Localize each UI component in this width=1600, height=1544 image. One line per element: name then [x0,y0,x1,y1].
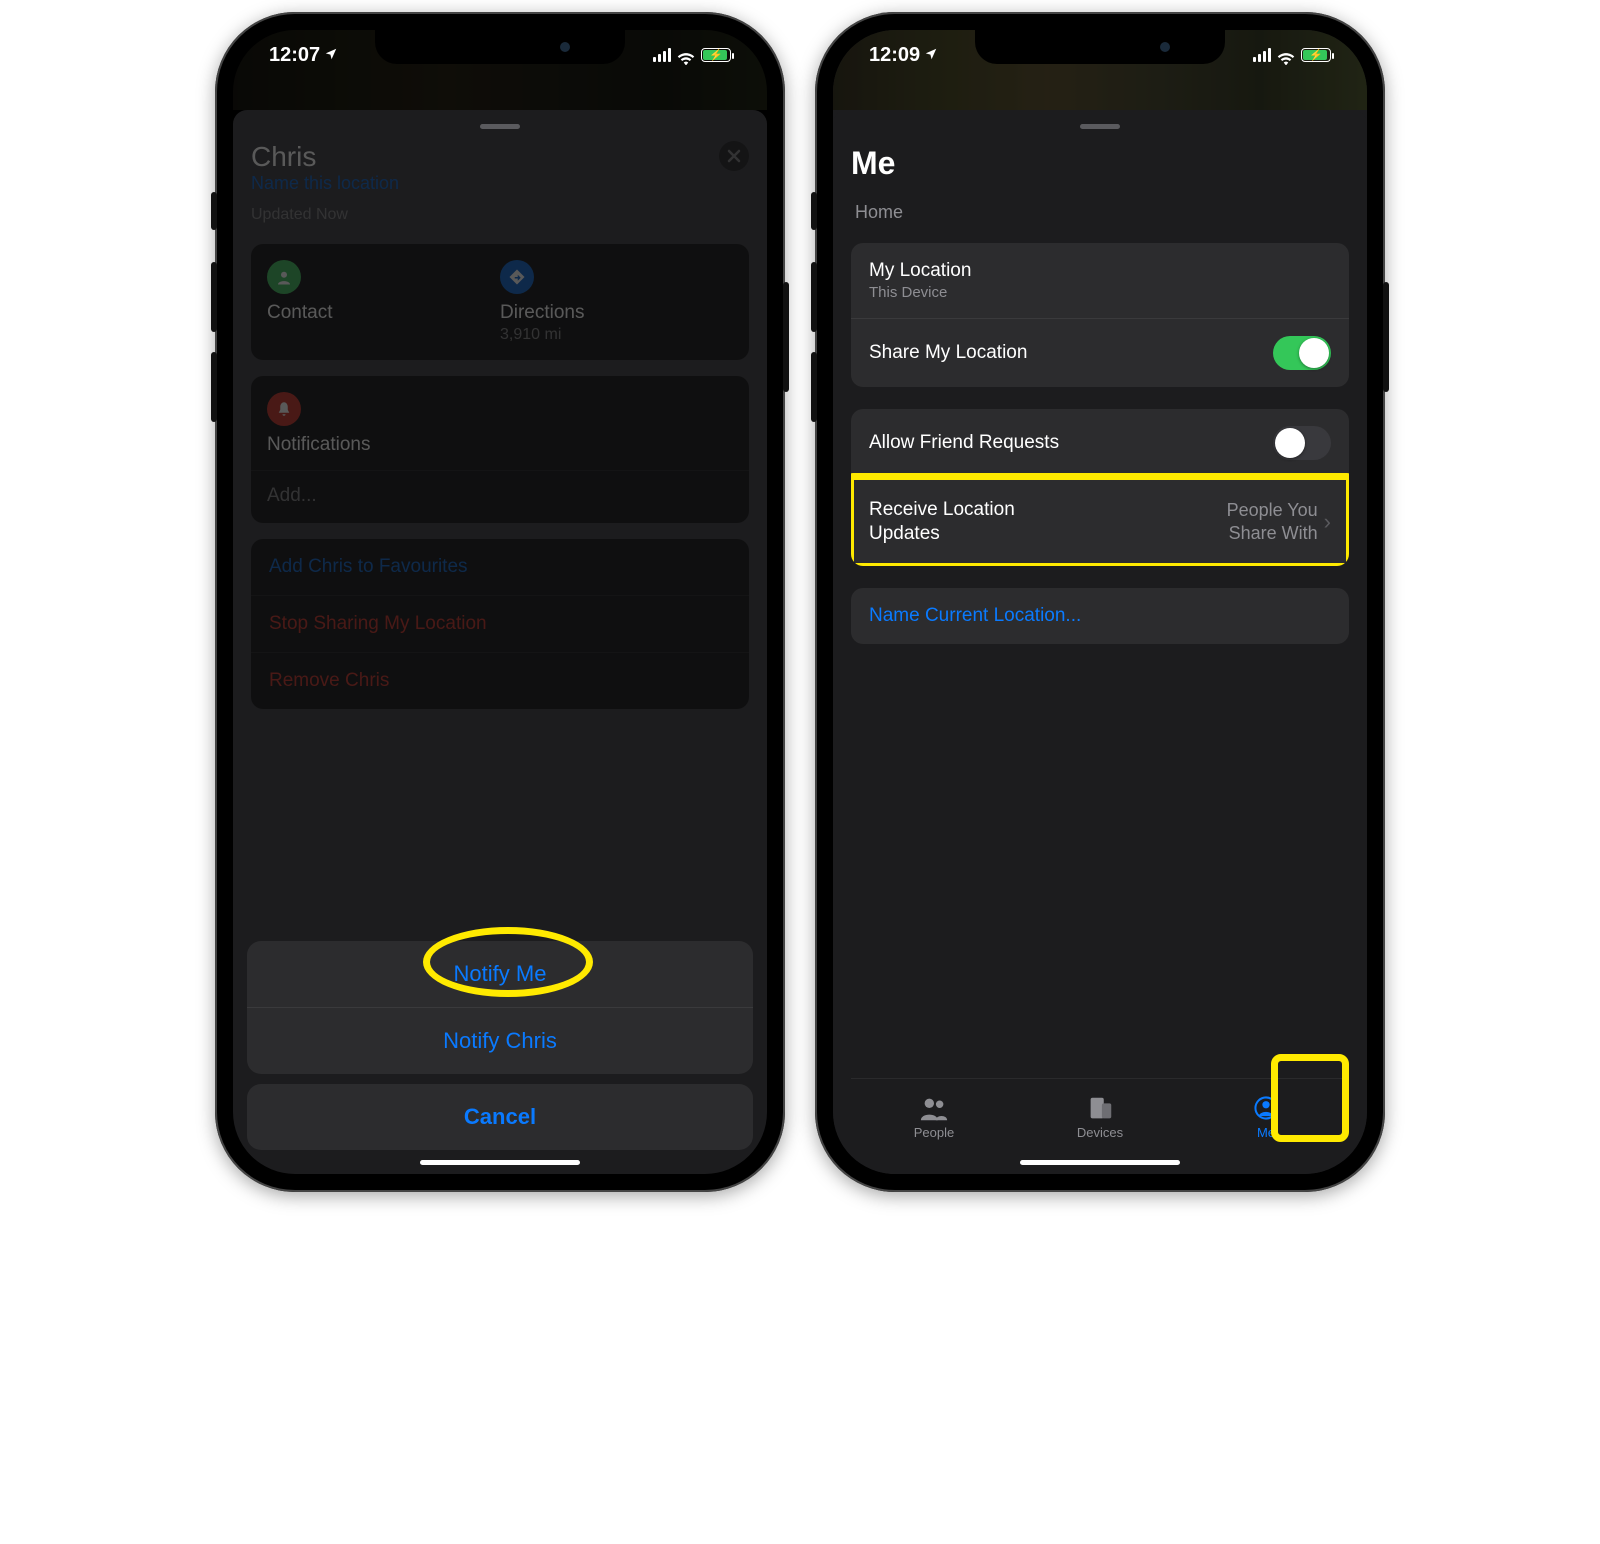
receive-updates-row[interactable]: Receive Location Updates People You Shar… [851,477,1349,566]
status-time: 12:09 [869,44,920,67]
info-card: Contact Directions 3,910 mi [251,244,749,360]
notifications-title: Notifications [267,434,733,456]
bell-icon [267,392,301,426]
add-notification-button[interactable]: Add... [267,485,317,506]
receive-updates-label: Receive Location Updates [869,498,1079,546]
location-arrow-icon [924,44,938,67]
tab-me-label: Me [1257,1125,1275,1140]
updated-label: Updated Now [251,206,749,224]
people-icon [919,1095,949,1121]
name-current-location-button[interactable]: Name Current Location... [851,588,1349,644]
me-sheet: Me Home My Location This Device Share My… [833,110,1367,1174]
my-location-label: My Location [869,260,971,282]
allow-friend-toggle[interactable] [1273,426,1331,460]
action-sheet: Notify Me Notify Chris Cancel [247,941,753,1150]
wifi-icon [1277,48,1295,62]
share-location-row: Share My Location [851,318,1349,387]
battery-icon: ⚡ [1301,48,1331,62]
share-location-label: Share My Location [869,342,1027,364]
phone-right: 12:09 ⚡ Me Home My Location This Dev [815,12,1385,1192]
cancel-button[interactable]: Cancel [247,1084,753,1150]
home-indicator[interactable] [1020,1160,1180,1165]
notify-me-button[interactable]: Notify Me [247,941,753,1007]
status-bar: 12:07 ⚡ [233,30,767,80]
name-location-card: Name Current Location... [851,588,1349,644]
tab-people[interactable]: People [851,1079,1017,1156]
name-location-link[interactable]: Name this location [251,173,399,194]
share-location-toggle[interactable] [1273,336,1331,370]
my-location-value: This Device [869,284,971,301]
stop-sharing-button[interactable]: Stop Sharing My Location [251,595,749,652]
cellular-icon [653,48,671,62]
me-icon [1251,1095,1281,1121]
status-time: 12:07 [269,44,320,67]
close-button[interactable] [719,141,749,171]
tab-me[interactable]: Me [1183,1079,1349,1156]
my-location-row[interactable]: My Location This Device [851,243,1349,318]
devices-icon [1085,1095,1115,1121]
contact-label: Contact [267,302,500,324]
sheet-grabber[interactable] [480,124,520,129]
contact-icon [267,260,301,294]
cellular-icon [1253,48,1271,62]
directions-label: Directions [500,302,733,324]
allow-friend-label: Allow Friend Requests [869,432,1059,454]
status-bar: 12:09 ⚡ [833,30,1367,80]
friend-settings-card: Allow Friend Requests Receive Location U… [851,409,1349,566]
phone-left: 12:07 ⚡ Chris Name this location [215,12,785,1192]
page-title: Me [851,145,1349,182]
person-name: Chris [251,141,399,173]
home-indicator[interactable] [420,1160,580,1165]
add-favourites-button[interactable]: Add Chris to Favourites [251,539,749,595]
notify-friend-button[interactable]: Notify Chris [247,1007,753,1074]
allow-friend-row: Allow Friend Requests [851,409,1349,477]
wifi-icon [677,48,695,62]
tab-devices[interactable]: Devices [1017,1079,1183,1156]
remove-friend-button[interactable]: Remove Chris [251,652,749,709]
receive-updates-value: People You Share With [1178,499,1318,544]
location-arrow-icon [324,44,338,67]
directions-button[interactable]: Directions 3,910 mi [500,260,733,344]
contact-button[interactable]: Contact [267,260,500,344]
chevron-right-icon: › [1324,509,1331,535]
battery-icon: ⚡ [701,48,731,62]
section-home-label: Home [855,202,1345,223]
sheet-grabber[interactable] [1080,124,1120,129]
location-settings-card: My Location This Device Share My Locatio… [851,243,1349,387]
tab-devices-label: Devices [1077,1125,1123,1140]
tab-people-label: People [914,1125,954,1140]
directions-distance: 3,910 mi [500,326,733,344]
actions-card: Add Chris to Favourites Stop Sharing My … [251,539,749,709]
directions-icon [500,260,534,294]
notifications-card: Notifications Add... [251,376,749,523]
